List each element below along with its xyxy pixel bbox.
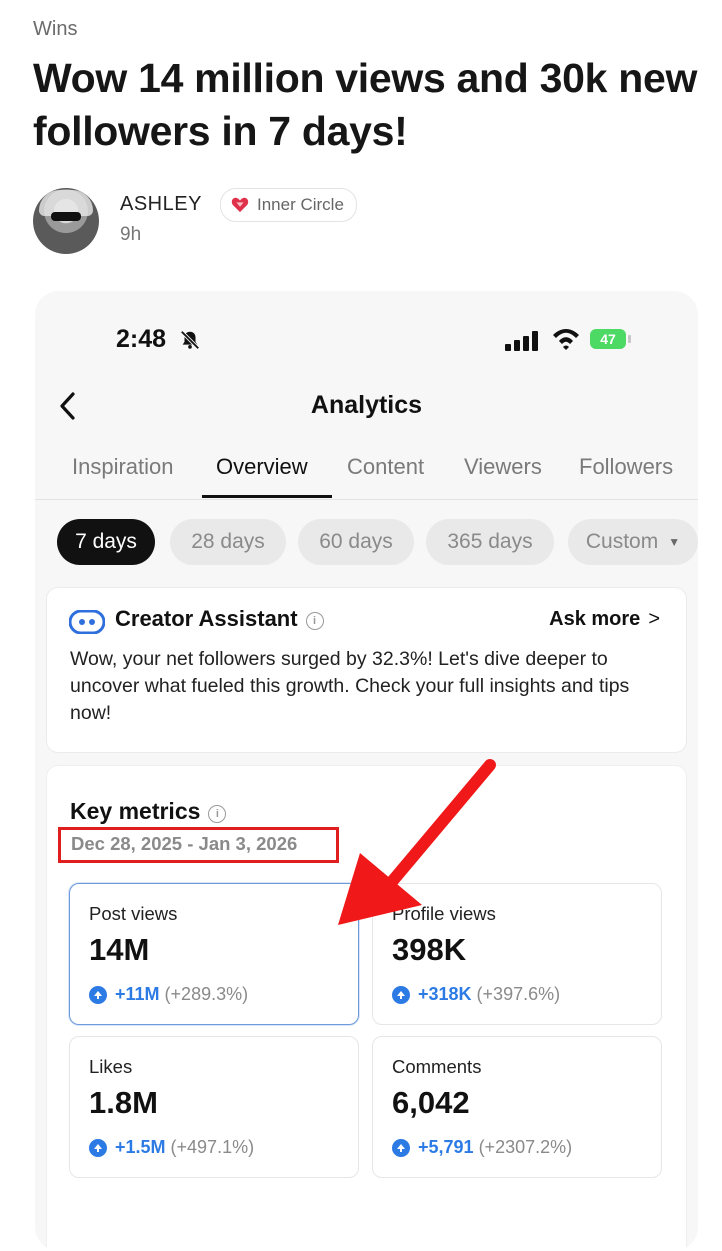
member-badge: Inner Circle — [220, 188, 357, 222]
metric-label: Likes — [89, 1056, 133, 1077]
author-row: ASHLEY Inner Circle 9h — [33, 188, 433, 258]
metric-tile-likes[interactable]: Likes 1.8M +1.5M (+497.1%) — [69, 1036, 359, 1178]
avatar-glasses — [51, 212, 81, 221]
metric-label: Post views — [89, 903, 178, 924]
metric-percent: (+2307.2%) — [478, 1137, 573, 1157]
avatar[interactable] — [33, 188, 99, 254]
metric-percent: (+289.3%) — [164, 984, 249, 1004]
chip-60-days[interactable]: 60 days — [298, 519, 414, 565]
chip-custom-label: Custom — [585, 530, 659, 553]
status-bar: 2:48 47 — [35, 291, 698, 386]
metric-change: +5,791 (+2307.2%) — [392, 1137, 572, 1158]
info-icon[interactable]: i — [208, 805, 227, 823]
metric-tile-comments[interactable]: Comments 6,042 +5,791 (+2307.2%) — [372, 1036, 662, 1178]
info-icon[interactable]: i — [305, 612, 324, 630]
heart-badge-icon — [231, 197, 249, 213]
metric-tile-post-views[interactable]: Post views 14M +11M (+289.3%) — [69, 883, 359, 1025]
arrow-up-circle-icon — [89, 1138, 107, 1157]
chip-custom[interactable]: Custom ▼ — [568, 519, 698, 565]
ask-more-label: Ask more — [549, 608, 641, 630]
post-time: 9h — [120, 224, 142, 245]
creator-assistant-card[interactable]: Creator Assistant i Ask more > Wow, your n… — [46, 587, 687, 753]
assistant-title-text: Creator Assistant — [115, 606, 298, 631]
metric-change: +11M (+289.3%) — [89, 984, 248, 1005]
creator-assistant-icon — [69, 610, 105, 634]
wifi-icon — [553, 329, 579, 350]
metric-value: 14M — [89, 932, 150, 967]
post-title: Wow 14 million views and 30k new followe… — [33, 55, 698, 154]
metric-delta: +5,791 — [418, 1137, 474, 1157]
tab-bar: Inspiration Overview Content Viewers Fol… — [35, 441, 698, 500]
red-annotation-arrow — [338, 759, 496, 925]
battery-level: 47 — [590, 329, 626, 349]
assistant-title: Creator Assistant i — [115, 606, 324, 632]
metric-delta: +318K — [418, 984, 472, 1004]
assistant-message: Wow, your net followers surged by 32.3%!… — [70, 648, 630, 724]
chevron-right-icon: > — [648, 608, 660, 630]
tab-overview[interactable]: Overview — [216, 454, 308, 480]
category-label[interactable]: Wins — [33, 18, 77, 41]
chip-7-days[interactable]: 7 days — [57, 519, 155, 565]
bell-muted-icon — [180, 330, 200, 350]
metric-delta: +11M — [115, 984, 160, 1004]
key-metrics-title: Key metrics i — [70, 798, 227, 825]
date-range: Dec 28, 2025 - Jan 3, 2026 — [71, 833, 298, 854]
tab-viewers[interactable]: Viewers — [464, 454, 542, 480]
chip-365-days[interactable]: 365 days — [426, 519, 554, 565]
key-metrics-title-text: Key metrics — [70, 798, 201, 824]
signal-icon — [505, 331, 538, 351]
active-tab-indicator — [202, 495, 332, 498]
metric-value: 6,042 — [392, 1085, 470, 1120]
metric-change: +1.5M (+497.1%) — [89, 1137, 254, 1158]
metric-value: 1.8M — [89, 1085, 158, 1120]
range-chips: 7 days 28 days 60 days 365 days Custom ▼ — [55, 519, 698, 567]
metric-percent: (+397.6%) — [476, 984, 561, 1004]
nav-title: Analytics — [310, 391, 423, 419]
metric-label: Comments — [392, 1056, 482, 1077]
ask-more-link[interactable]: Ask more > — [549, 608, 660, 631]
arrow-up-circle-icon — [392, 1138, 410, 1157]
tab-followers[interactable]: Followers — [579, 454, 673, 480]
metric-change: +318K (+397.6%) — [392, 984, 560, 1005]
arrow-up-circle-icon — [89, 985, 107, 1004]
battery-icon: 47 — [590, 329, 632, 351]
status-time: 2:48 — [116, 325, 167, 353]
caret-down-icon: ▼ — [668, 535, 681, 549]
chip-28-days[interactable]: 28 days — [170, 519, 286, 565]
tab-inspiration[interactable]: Inspiration — [72, 454, 174, 480]
tab-content[interactable]: Content — [347, 454, 424, 480]
badge-label: Inner Circle — [257, 195, 344, 214]
metric-delta: +1.5M — [115, 1137, 166, 1157]
metric-percent: (+497.1%) — [170, 1137, 255, 1157]
author-name[interactable]: ASHLEY — [120, 193, 202, 216]
arrow-up-circle-icon — [392, 985, 410, 1004]
battery-tip — [628, 335, 631, 343]
